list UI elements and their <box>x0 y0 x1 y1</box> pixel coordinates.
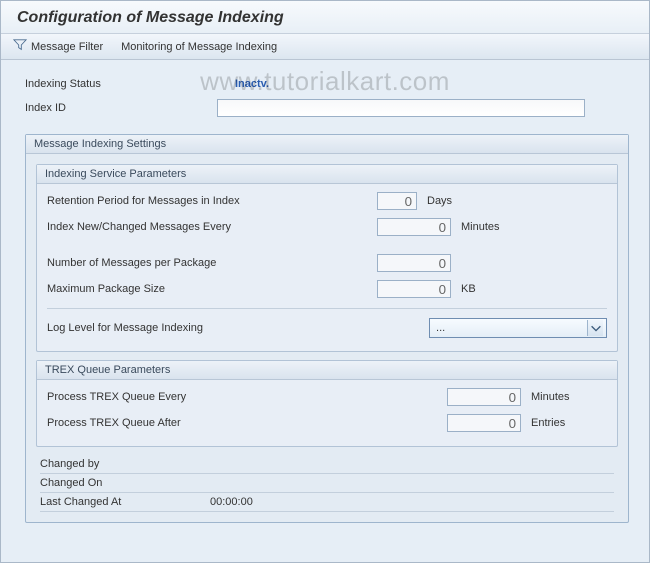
index-every-unit: Minutes <box>461 221 500 233</box>
retention-input[interactable] <box>377 192 417 210</box>
trex-every-unit: Minutes <box>531 391 570 403</box>
index-every-label: Index New/Changed Messages Every <box>47 221 377 233</box>
trex-after-input[interactable] <box>447 414 521 432</box>
index-id-row: Index ID <box>25 98 629 118</box>
index-id-label: Index ID <box>25 102 217 114</box>
message-filter-label: Message Filter <box>31 41 103 53</box>
max-pkg-unit: KB <box>461 283 476 295</box>
retention-unit: Days <box>427 195 452 207</box>
indexing-status-label: Indexing Status <box>25 78 235 90</box>
changed-by-label: Changed by <box>40 458 210 470</box>
changed-on-label: Changed On <box>40 477 210 489</box>
index-every-input[interactable] <box>377 218 451 236</box>
trex-every-input[interactable] <box>447 388 521 406</box>
message-filter-button[interactable]: Message Filter <box>13 38 103 55</box>
last-changed-label: Last Changed At <box>40 496 210 508</box>
last-changed-value: 00:00:00 <box>210 496 253 508</box>
max-pkg-label: Maximum Package Size <box>47 283 377 295</box>
log-level-label: Log Level for Message Indexing <box>47 322 429 334</box>
settings-group: Message Indexing Settings Indexing Servi… <box>25 134 629 523</box>
trex-params-title: TREX Queue Parameters <box>37 361 617 380</box>
trex-params-group: TREX Queue Parameters Process TREX Queue… <box>36 360 618 447</box>
service-params-group: Indexing Service Parameters Retention Pe… <box>36 164 618 352</box>
msgs-per-pkg-input[interactable] <box>377 254 451 272</box>
index-id-input[interactable] <box>217 99 585 117</box>
indexing-status-value: Inactv. <box>235 78 269 90</box>
audit-rows: Changed by Changed On Last Changed At 00… <box>40 455 614 512</box>
filter-icon <box>13 38 27 55</box>
content-area: Indexing Status Inactv. Index ID Message… <box>1 60 649 531</box>
service-params-title: Indexing Service Parameters <box>37 165 617 184</box>
settings-group-title: Message Indexing Settings <box>26 135 628 154</box>
page-title: Configuration of Message Indexing <box>17 9 633 27</box>
indexing-status-row: Indexing Status Inactv. <box>25 74 629 94</box>
log-level-select[interactable]: ... <box>429 318 607 338</box>
toolbar: Message Filter Monitoring of Message Ind… <box>1 34 649 60</box>
monitoring-label: Monitoring of Message Indexing <box>121 41 277 53</box>
monitoring-button[interactable]: Monitoring of Message Indexing <box>121 41 277 53</box>
log-level-value: ... <box>436 322 445 334</box>
trex-after-label: Process TREX Queue After <box>47 417 447 429</box>
trex-after-unit: Entries <box>531 417 565 429</box>
trex-every-label: Process TREX Queue Every <box>47 391 447 403</box>
title-bar: Configuration of Message Indexing <box>1 1 649 34</box>
max-pkg-input[interactable] <box>377 280 451 298</box>
app-window: Configuration of Message Indexing Messag… <box>0 0 650 563</box>
chevron-down-icon <box>587 320 603 336</box>
msgs-per-pkg-label: Number of Messages per Package <box>47 257 377 269</box>
retention-label: Retention Period for Messages in Index <box>47 195 377 207</box>
